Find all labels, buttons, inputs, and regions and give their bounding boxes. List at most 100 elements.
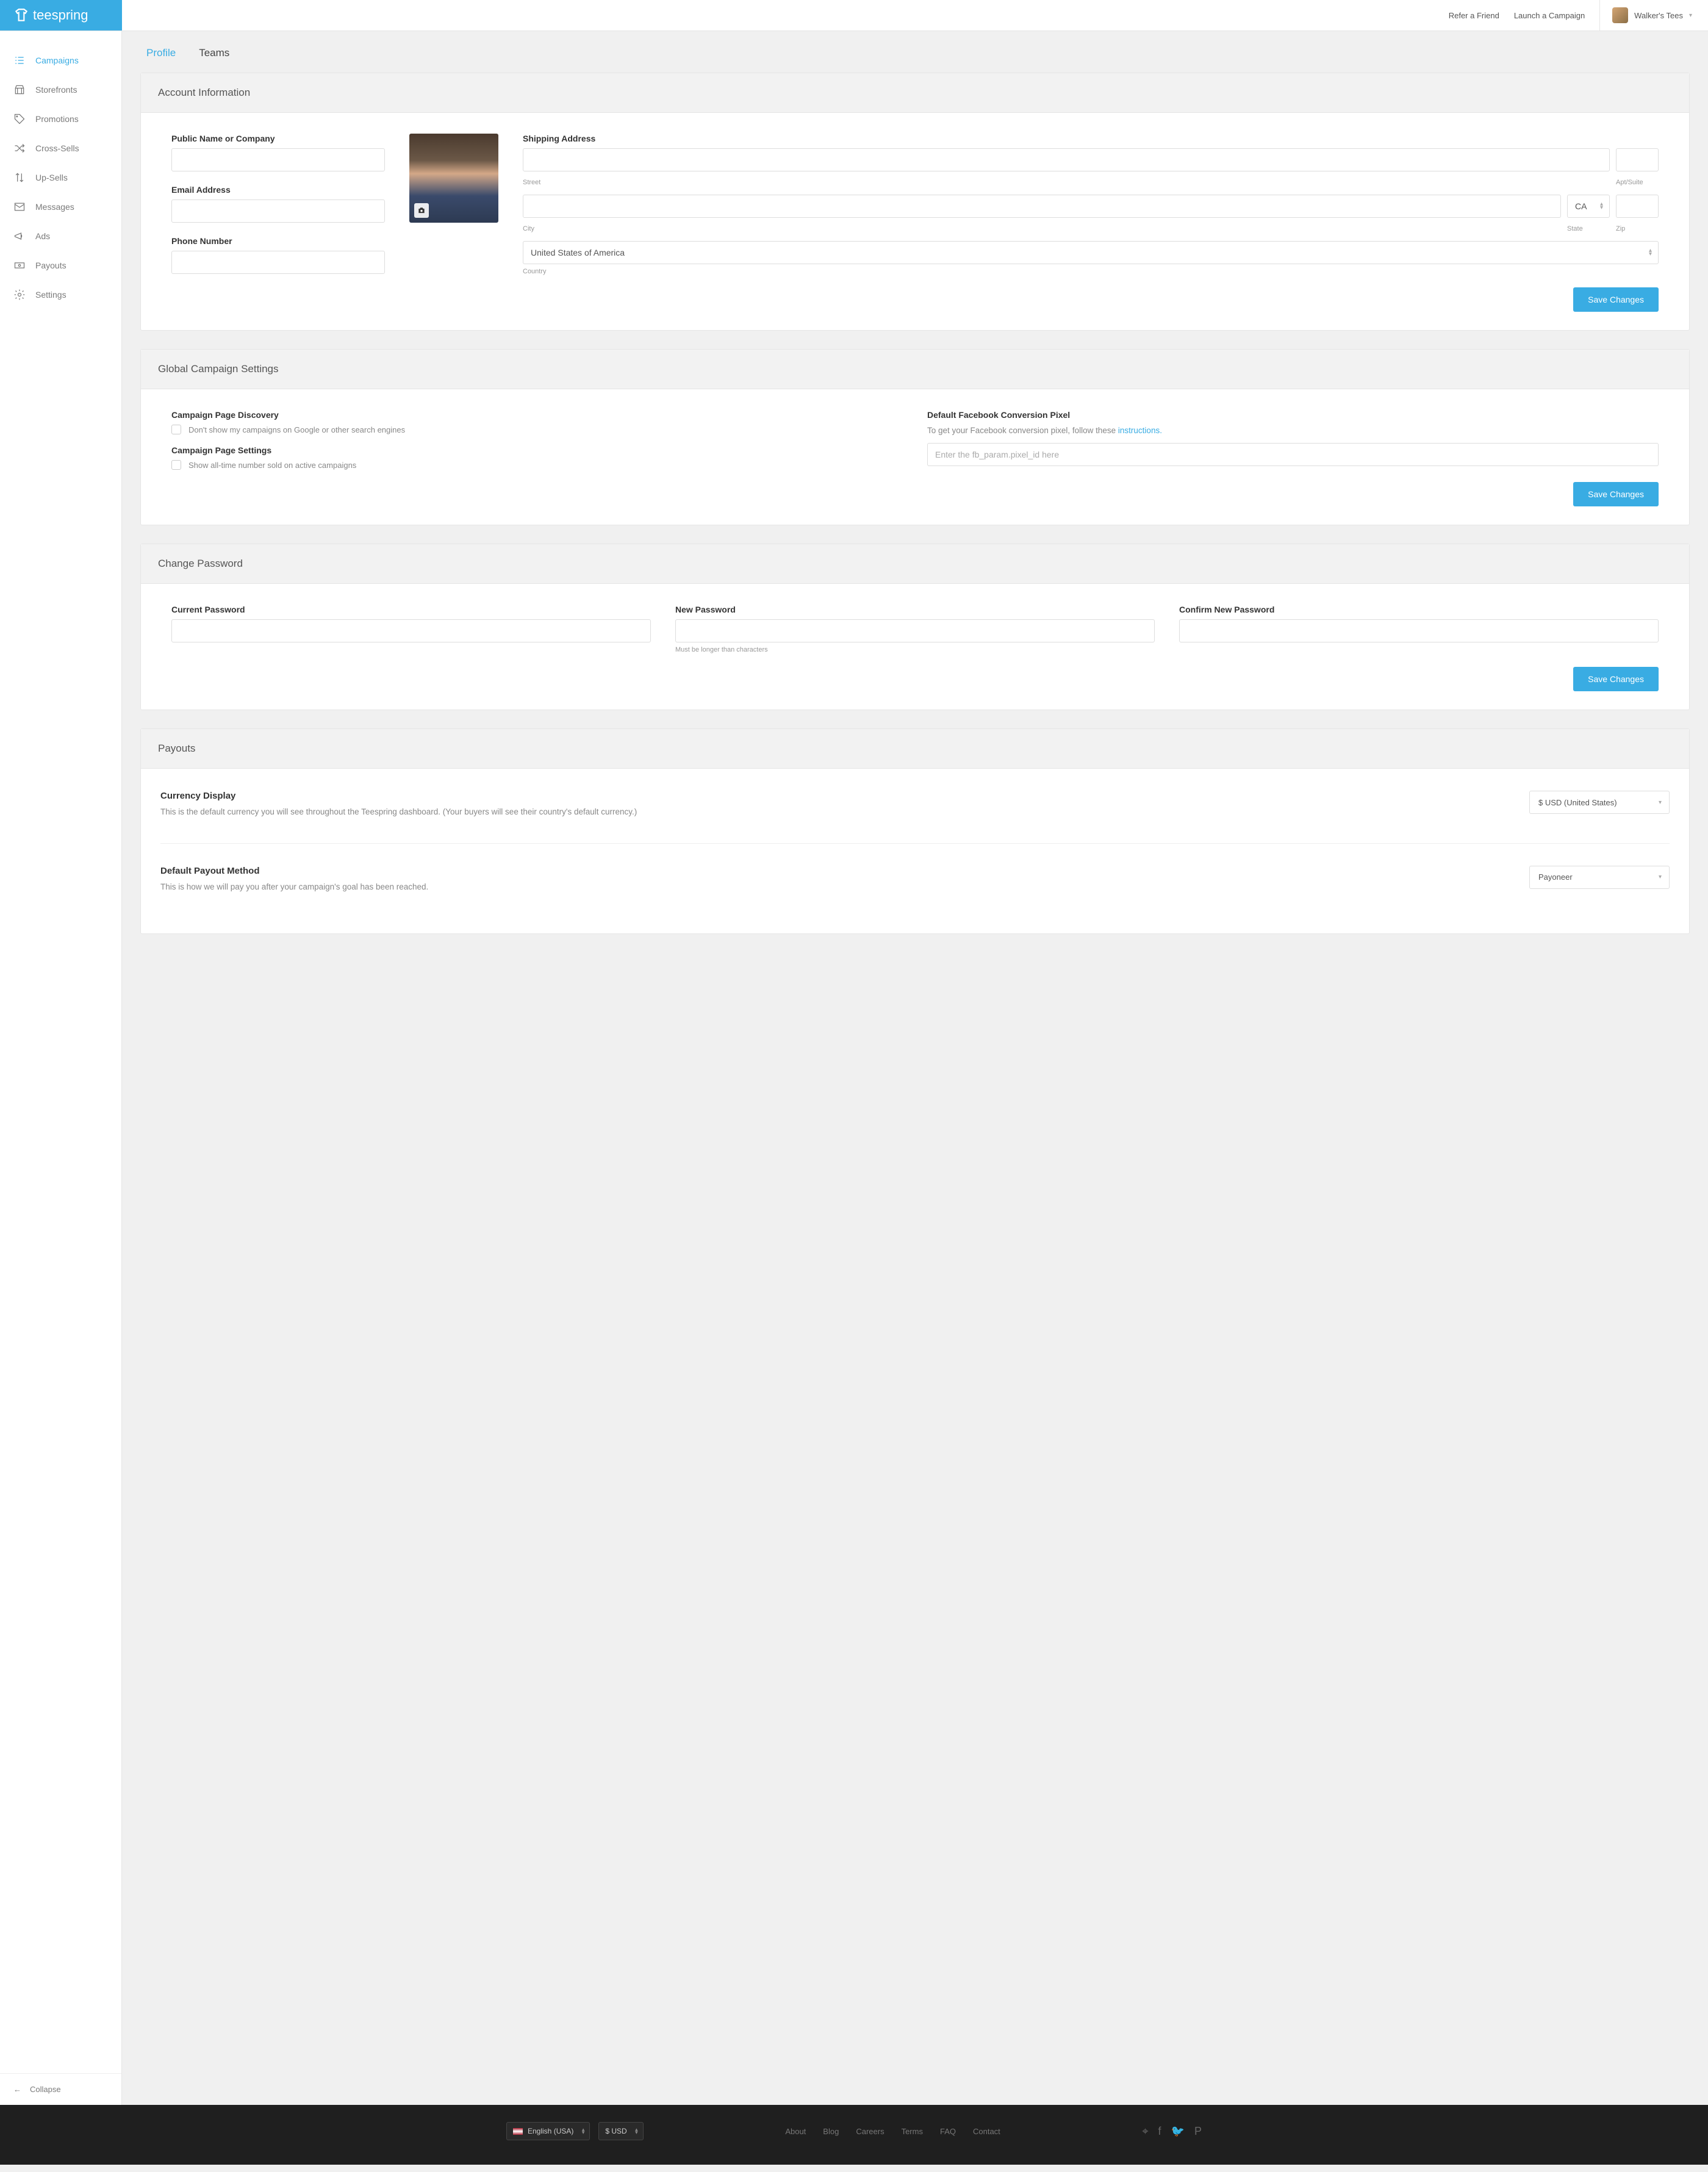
- save-password-button[interactable]: Save Changes: [1573, 667, 1659, 691]
- footer-link-faq[interactable]: FAQ: [940, 2127, 956, 2136]
- sidebar-item-storefronts[interactable]: Storefronts: [0, 75, 121, 104]
- arrows-icon: [13, 171, 26, 184]
- camera-icon[interactable]: [414, 203, 429, 218]
- name-input[interactable]: [171, 148, 385, 171]
- footer-link-terms[interactable]: Terms: [902, 2127, 923, 2136]
- sidebar-item-crosssells[interactable]: Cross-Sells: [0, 134, 121, 163]
- sidebar-item-messages[interactable]: Messages: [0, 192, 121, 221]
- sidebar-item-ads[interactable]: Ads: [0, 221, 121, 251]
- us-flag-icon: [513, 2128, 523, 2135]
- zip-input[interactable]: [1616, 195, 1659, 218]
- new-pw-input[interactable]: [675, 619, 1155, 642]
- method-select[interactable]: Payoneer ▾: [1529, 866, 1670, 889]
- chevron-down-icon: ▾: [1659, 799, 1662, 806]
- brand-name: teespring: [33, 7, 88, 23]
- footer-link-careers[interactable]: Careers: [856, 2127, 884, 2136]
- currency-desc: This is the default currency you will se…: [160, 806, 1505, 818]
- apt-input[interactable]: [1616, 148, 1659, 171]
- launch-link[interactable]: Launch a Campaign: [1514, 11, 1585, 20]
- sidebar-item-label: Ads: [35, 231, 50, 241]
- pw-hint: Must be longer than characters: [675, 646, 1155, 653]
- apt-hint: Apt/Suite: [1616, 179, 1659, 186]
- facebook-icon[interactable]: f: [1158, 2125, 1161, 2138]
- save-global-button[interactable]: Save Changes: [1573, 482, 1659, 506]
- sidebar-item-payouts[interactable]: Payouts: [0, 251, 121, 280]
- sidebar-item-label: Storefronts: [35, 85, 77, 95]
- sidebar-item-settings[interactable]: Settings: [0, 280, 121, 309]
- panel-global: Global Campaign Settings Campaign Page D…: [140, 349, 1690, 525]
- collapse-button[interactable]: ← Collapse: [0, 2073, 121, 2105]
- sidebar-item-campaigns[interactable]: Campaigns: [0, 46, 121, 75]
- phone-input[interactable]: [171, 251, 385, 274]
- alltime-text: Show all-time number sold on active camp…: [188, 461, 356, 470]
- currency-select[interactable]: $ USD (United States) ▾: [1529, 791, 1670, 814]
- confirm-pw-input[interactable]: [1179, 619, 1659, 642]
- top-bar: teespring Refer a Friend Launch a Campai…: [0, 0, 1708, 31]
- panel-account: Account Information Public Name or Compa…: [140, 73, 1690, 331]
- currency-value: $ USD (United States): [1538, 798, 1617, 807]
- current-pw-label: Current Password: [171, 605, 651, 614]
- tabs: Profile Teams: [140, 31, 1690, 73]
- tab-teams[interactable]: Teams: [199, 47, 229, 59]
- sidebar-item-label: Cross-Sells: [35, 143, 79, 153]
- user-menu[interactable]: Walker's Tees ▾: [1599, 0, 1692, 31]
- footer-link-contact[interactable]: Contact: [973, 2127, 1000, 2136]
- panel-title: Account Information: [158, 87, 1672, 99]
- select-chevron-icon: ▴▾: [582, 2128, 585, 2134]
- sidebar-item-label: Messages: [35, 202, 74, 212]
- discovery-label: Campaign Page Discovery: [171, 410, 903, 420]
- new-pw-label: New Password: [675, 605, 1155, 614]
- panel-body: Campaign Page Discovery Don't show my ca…: [141, 389, 1689, 525]
- instagram-icon[interactable]: ⌖: [1142, 2125, 1148, 2138]
- sidebar-item-upsells[interactable]: Up-Sells: [0, 163, 121, 192]
- shirt-icon: [13, 7, 29, 23]
- refer-link[interactable]: Refer a Friend: [1449, 11, 1499, 20]
- twitter-icon[interactable]: 🐦: [1171, 2125, 1185, 2138]
- alltime-checkbox[interactable]: [171, 460, 181, 470]
- currency-footer-select[interactable]: $ USD ▴▾: [598, 2122, 643, 2140]
- nav-list: Campaigns Storefronts Promotions Cross-S…: [0, 31, 121, 2073]
- topbar-right: Refer a Friend Launch a Campaign Walker'…: [122, 0, 1708, 31]
- state-select[interactable]: CA ▴▾: [1567, 195, 1610, 218]
- brand-logo[interactable]: teespring: [0, 0, 122, 31]
- panel-header: Change Password: [141, 544, 1689, 584]
- chevron-down-icon: ▾: [1689, 12, 1692, 19]
- fb-instructions-link[interactable]: instructions.: [1118, 426, 1162, 435]
- select-chevron-icon: ▴▾: [1649, 249, 1652, 256]
- discovery-text: Don't show my campaigns on Google or oth…: [188, 425, 405, 434]
- tag-icon: [13, 113, 26, 125]
- list-icon: [13, 54, 26, 67]
- street-hint: Street: [523, 179, 1610, 186]
- method-value: Payoneer: [1538, 872, 1573, 882]
- discovery-checkbox[interactable]: [171, 425, 181, 434]
- save-account-button[interactable]: Save Changes: [1573, 287, 1659, 312]
- footer-link-about[interactable]: About: [785, 2127, 806, 2136]
- panel-body: Public Name or Company Email Address Pho…: [141, 113, 1689, 330]
- profile-photo[interactable]: [409, 134, 498, 223]
- sidebar-item-label: Campaigns: [35, 56, 79, 65]
- panel-header: Account Information: [141, 73, 1689, 113]
- panel-password: Change Password Current Password New Pas…: [140, 544, 1690, 710]
- city-input[interactable]: [523, 195, 1561, 218]
- city-hint: City: [523, 225, 1561, 232]
- country-value: United States of America: [531, 248, 625, 257]
- fb-pixel-input[interactable]: [927, 443, 1659, 466]
- pinterest-icon[interactable]: P: [1194, 2125, 1202, 2138]
- state-value: CA: [1575, 201, 1587, 211]
- phone-label: Phone Number: [171, 236, 385, 246]
- shell: Campaigns Storefronts Promotions Cross-S…: [0, 31, 1708, 2105]
- country-select[interactable]: United States of America ▴▾: [523, 241, 1659, 264]
- language-select[interactable]: English (USA) ▴▾: [506, 2122, 590, 2140]
- mail-icon: [13, 201, 26, 213]
- current-pw-input[interactable]: [171, 619, 651, 642]
- user-name: Walker's Tees: [1634, 11, 1683, 20]
- chevron-down-icon: ▾: [1659, 874, 1662, 880]
- cash-icon: [13, 259, 26, 272]
- tab-profile[interactable]: Profile: [146, 47, 176, 59]
- panel-header: Global Campaign Settings: [141, 350, 1689, 389]
- email-input[interactable]: [171, 200, 385, 223]
- footer-link-blog[interactable]: Blog: [823, 2127, 839, 2136]
- footer: English (USA) ▴▾ $ USD ▴▾ About Blog Car…: [0, 2105, 1708, 2165]
- sidebar-item-promotions[interactable]: Promotions: [0, 104, 121, 134]
- street-input[interactable]: [523, 148, 1610, 171]
